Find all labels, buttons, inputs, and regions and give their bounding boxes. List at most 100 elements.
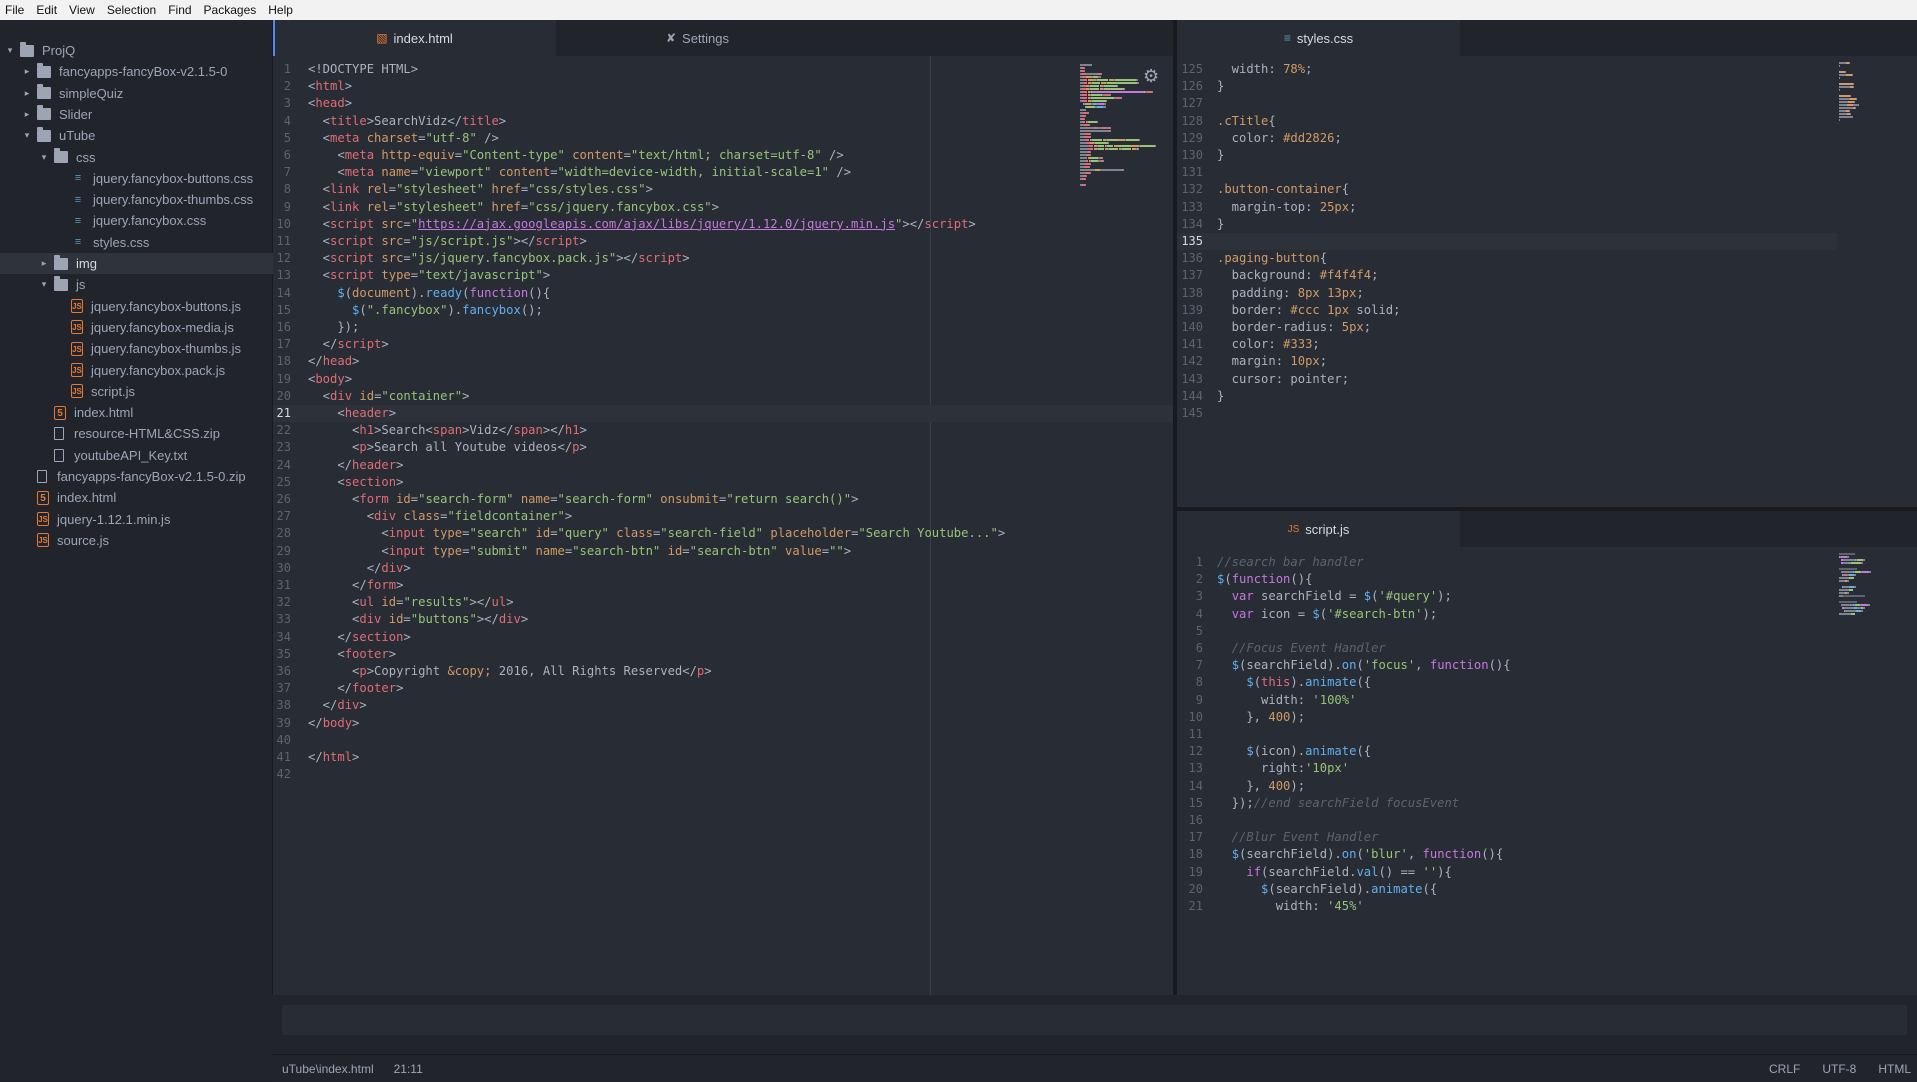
code-line: var icon = $('#search-btn');: [1217, 606, 1437, 623]
menu-help[interactable]: Help: [262, 0, 299, 20]
code-editor[interactable]: 125 width: 78%; 126} 127 128 .cTitle{129 col…: [1177, 61, 1837, 507]
tree-item-folder[interactable]: ▾ ProjQ: [0, 40, 276, 61]
code-token: <: [308, 251, 331, 266]
menu-packages[interactable]: Packages: [198, 0, 263, 20]
minimap-line: [1109, 130, 1111, 132]
minimap-line: [1089, 88, 1100, 90]
code-token: (){: [1488, 658, 1511, 673]
tab-index-html[interactable]: ▧ index.html: [273, 20, 556, 56]
minimap-line: [1100, 169, 1123, 171]
code-line: });//end searchField focusEvent: [1217, 795, 1459, 812]
tree-item-folder[interactable]: ▸ img: [0, 253, 310, 274]
code-token: >: [396, 474, 404, 489]
editor-pane-styles-css[interactable]: ≡ styles.css 125 width: 78%; 126} 127 128 .c…: [1177, 20, 1917, 507]
line-number: 141: [1181, 337, 1203, 352]
code-token: type: [432, 543, 463, 558]
tree-item-html[interactable]: 5 index.html: [0, 487, 293, 508]
menu-view[interactable]: View: [63, 0, 101, 20]
minimap-line: [1847, 580, 1849, 582]
code-token: (: [1253, 675, 1262, 690]
minimap[interactable]: [1837, 551, 1917, 995]
code-token: '45%': [1327, 899, 1364, 913]
tree-item-label: index.html: [74, 405, 134, 421]
tab-styles-css[interactable]: ≡ styles.css: [1177, 20, 1460, 56]
minimap-line: [1082, 85, 1086, 87]
gear-icon[interactable]: ⚙: [1143, 66, 1159, 87]
tree-item-folder[interactable]: ▸ Slider: [0, 104, 293, 125]
menu-selection[interactable]: Selection: [101, 0, 162, 20]
code-token: </: [308, 337, 338, 352]
line-number: 2: [1195, 572, 1203, 587]
code-token: =: [550, 526, 558, 541]
minimap-line: [1095, 142, 1108, 144]
minimap-line: [1086, 73, 1097, 75]
code-token: p: [572, 440, 580, 455]
code-token: >: [381, 337, 389, 352]
chevron-right-icon[interactable]: ▸: [21, 66, 33, 77]
code-token: 8px 13px: [1297, 285, 1357, 300]
tree-item-folder[interactable]: ▾ css: [0, 147, 310, 168]
minimap-line: [1852, 83, 1854, 85]
minimap-line: [1103, 160, 1105, 162]
minimap-line: [1851, 613, 1855, 615]
status-encoding[interactable]: UTF-8: [1822, 1062, 1856, 1076]
chevron-down-icon[interactable]: ▾: [38, 152, 50, 163]
tree-item-folder[interactable]: ▾ js: [0, 274, 310, 295]
tree-item-doc[interactable]: youtubeAPI_Key.txt: [0, 445, 310, 466]
status-file-path[interactable]: uTube\index.html: [282, 1062, 374, 1076]
chevron-right-icon[interactable]: ▸: [21, 88, 33, 99]
code-token: );: [1422, 606, 1438, 621]
tab-script-js[interactable]: JS script.js: [1177, 511, 1460, 547]
chevron-down-icon[interactable]: ▾: [4, 45, 16, 56]
minimap-line: [1853, 86, 1855, 88]
menu-find[interactable]: Find: [162, 0, 197, 20]
tree-item-folder[interactable]: ▸ fancyapps-fancyBox-v2.1.5-0: [0, 61, 293, 82]
chevron-down-icon[interactable]: ▾: [21, 130, 33, 141]
minimap-line: [1839, 65, 1840, 67]
minimap-line: [1124, 88, 1125, 90]
minimap-line: [1116, 85, 1118, 87]
line-number: 29: [276, 543, 291, 558]
chevron-right-icon[interactable]: ▸: [38, 258, 50, 269]
line-number: 15: [1188, 795, 1203, 810]
code-line: <meta name="viewport" content="width=dev…: [308, 164, 851, 181]
tab-settings[interactable]: ✘ Settings: [556, 20, 839, 56]
code-token: script: [330, 268, 375, 283]
minimap[interactable]: [1837, 60, 1917, 507]
status-grammar[interactable]: HTML: [1878, 1062, 1911, 1076]
code-line: }: [1217, 216, 1224, 233]
status-cursor-position[interactable]: 21:11: [394, 1062, 423, 1076]
code-token: ;: [1363, 320, 1372, 334]
menu-file[interactable]: File: [0, 0, 30, 20]
tree-item-js[interactable]: JS jquery-1.12.1.min.js: [0, 509, 293, 530]
code-token: '100%': [1312, 692, 1357, 707]
editor-pane-index-html[interactable]: ▧ index.html ✘ Settings 1 <!DOCTYPE HTML>…: [273, 20, 1173, 995]
code-token: {: [1319, 251, 1328, 266]
code-editor[interactable]: 1 <!DOCTYPE HTML> 2 <html> 3 <head> 4 <title>S…: [273, 61, 1173, 995]
editor-pane-script-js[interactable]: JS script.js 1//search bar handler 2 $(fun…: [1177, 511, 1917, 995]
code-editor[interactable]: 1//search bar handler 2 $(function(){3 var…: [1177, 554, 1837, 995]
menu-edit[interactable]: Edit: [30, 0, 63, 20]
tree-item-label: img: [76, 256, 97, 271]
minimap-line: [1839, 553, 1855, 555]
tree-item-js[interactable]: JS source.js: [0, 530, 293, 551]
code-token: >: [403, 629, 411, 644]
tree-item-doc[interactable]: fancyapps-fancyBox-v2.1.5-0.zip: [0, 466, 293, 487]
code-token: <: [308, 543, 389, 558]
tree-item-html[interactable]: 5 index.html: [0, 402, 310, 423]
chevron-down-icon[interactable]: ▾: [38, 279, 50, 290]
code-token: placeholder: [770, 526, 852, 541]
status-line-ending[interactable]: CRLF: [1769, 1062, 1800, 1076]
code-token: ready: [425, 285, 463, 300]
code-line: if(searchField.val() == ''){: [1217, 864, 1452, 881]
tree-item-folder[interactable]: ▾ uTube: [0, 125, 293, 146]
minimap-line: [1854, 574, 1856, 576]
minimap-line: [1090, 163, 1092, 165]
code-token: =: [410, 492, 419, 506]
find-panel[interactable]: [282, 1005, 1907, 1035]
tree-item-doc[interactable]: resource-HTML&CSS.zip: [0, 423, 310, 444]
tree-item-label: jquery-1.12.1.min.js: [57, 511, 171, 527]
code-line: $(searchField).animate({: [1217, 881, 1437, 898]
chevron-right-icon[interactable]: ▸: [21, 109, 33, 120]
tree-item-folder[interactable]: ▸ simpleQuiz: [0, 83, 293, 104]
